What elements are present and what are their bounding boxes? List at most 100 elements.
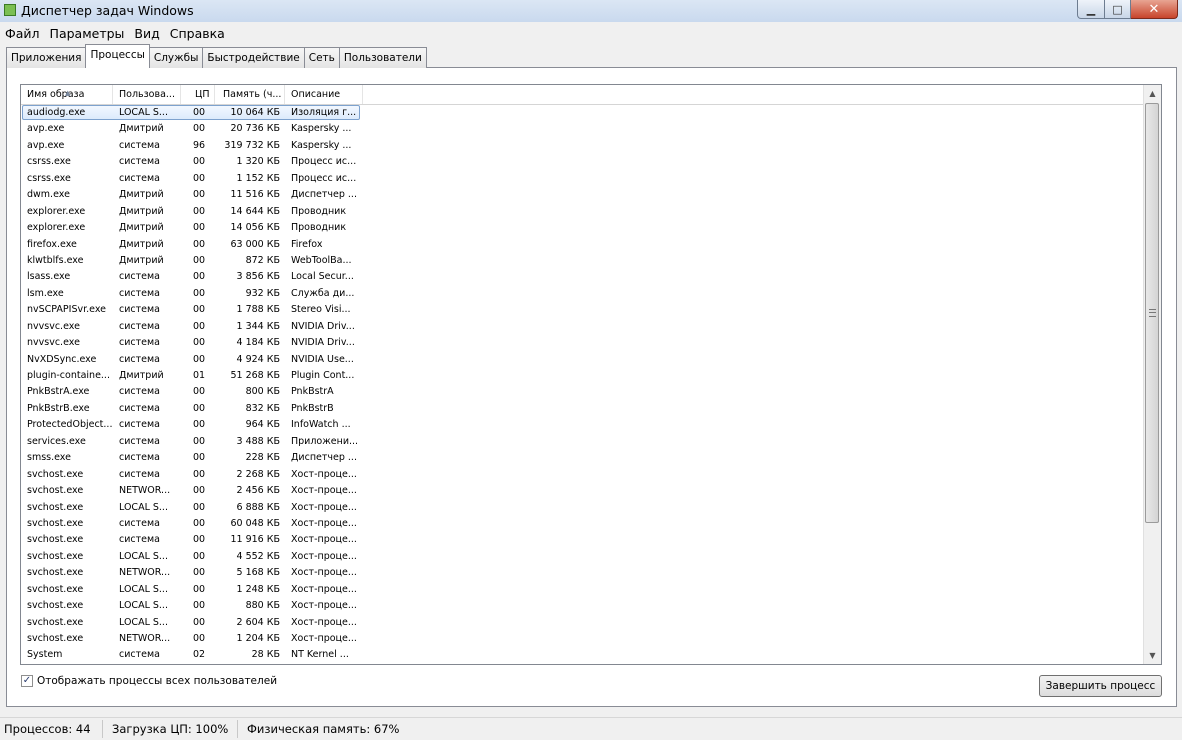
column-header-user[interactable]: Пользова... <box>113 85 181 104</box>
table-row[interactable]: explorer.exe Дмитрий 00 14 644 КБ Проводник <box>21 204 1145 220</box>
process-rows: audiodg.exe LOCAL S... 00 10 064 КБ Изоляция… <box>21 105 1145 664</box>
table-row[interactable]: svchost.exe система 00 11 916 КБ Хост-проце.… <box>21 532 1145 548</box>
cell-cpu: 00 <box>193 501 206 513</box>
table-row[interactable]: svchost.exe LOCAL S... 00 2 604 КБ Хост-проц… <box>21 615 1145 631</box>
tab-applications[interactable]: Приложения <box>6 47 87 68</box>
table-row[interactable]: avp.exe Дмитрий 00 20 736 КБ Kaspersky ... <box>21 121 1145 137</box>
grip-icon <box>1149 309 1156 317</box>
column-header-image-name[interactable]: Имя образа ▲ <box>21 85 113 104</box>
cell-description: Хост-проце... <box>291 583 357 595</box>
cell-image-name: System <box>27 649 63 661</box>
tab-processes[interactable]: Процессы <box>85 44 150 68</box>
column-header-memory[interactable]: Память (ч... <box>215 85 285 104</box>
table-row[interactable]: lsm.exe система 00 932 КБ Служба ди... <box>21 286 1145 302</box>
cell-cpu: 96 <box>193 139 206 151</box>
cell-memory: 228 КБ <box>245 452 280 464</box>
table-row[interactable]: lsass.exe система 00 3 856 КБ Local Secur... <box>21 269 1145 285</box>
tab-users[interactable]: Пользователи <box>338 47 427 68</box>
table-row[interactable]: smss.exe система 00 228 КБ Диспетчер ... <box>21 450 1145 466</box>
table-row[interactable]: plugin-containe... Дмитрий 01 51 268 КБ Plug… <box>21 368 1145 384</box>
menu-help[interactable]: Справка <box>165 26 230 41</box>
table-row[interactable]: nvSCPAPISvr.exe система 00 1 788 КБ Stereo V… <box>21 302 1145 318</box>
table-row[interactable]: svchost.exe NETWOR... 00 5 168 КБ Хост-проце… <box>21 565 1145 581</box>
process-list[interactable]: Имя образа ▲ Пользова... ЦП Память (ч...… <box>20 84 1162 665</box>
cell-image-name: svchost.exe <box>27 583 84 595</box>
cell-memory: 60 048 КБ <box>230 517 280 529</box>
show-all-users-checkbox[interactable]: ✓ <box>21 675 33 687</box>
cell-user: LOCAL S... <box>119 583 168 595</box>
cell-cpu: 00 <box>193 452 206 464</box>
table-row[interactable]: services.exe система 00 3 488 КБ Приложени..… <box>21 434 1145 450</box>
table-row[interactable]: System система 02 28 КБ NT Kernel ... <box>21 647 1145 663</box>
cell-memory: 2 456 КБ <box>236 485 280 497</box>
show-all-users-label[interactable]: Отображать процессы всех пользователей <box>37 675 277 687</box>
table-row[interactable]: svchost.exe система 00 2 268 КБ Хост-проце..… <box>21 467 1145 483</box>
table-row[interactable]: svchost.exe система 00 60 048 КБ Хост-проце.… <box>21 516 1145 532</box>
scroll-down-arrow-icon[interactable]: ▼ <box>1144 647 1161 664</box>
table-row[interactable]: svchost.exe LOCAL S... 00 4 552 КБ Хост-проц… <box>21 549 1145 565</box>
title-bar[interactable]: Диспетчер задач Windows ▁ □ ✕ <box>0 0 1182 22</box>
table-row[interactable]: PnkBstrB.exe система 00 832 КБ PnkBstrB <box>21 401 1145 417</box>
cell-memory: 51 268 КБ <box>230 370 280 381</box>
table-row[interactable]: avp.exe система 96 319 732 КБ Kaspersky ... <box>21 138 1145 154</box>
cell-cpu: 00 <box>193 337 206 349</box>
cell-user: система <box>119 156 160 168</box>
minimize-button[interactable]: ▁ <box>1077 0 1105 19</box>
close-button[interactable]: ✕ <box>1131 0 1178 19</box>
vertical-scrollbar[interactable]: ▲ ▼ <box>1143 85 1161 664</box>
tab-networking[interactable]: Сеть <box>303 47 340 68</box>
table-row[interactable]: nvvsvc.exe система 00 4 184 КБ NVIDIA Driv..… <box>21 335 1145 351</box>
cell-cpu: 02 <box>193 649 206 661</box>
table-row[interactable]: firefox.exe Дмитрий 00 63 000 КБ Firefox <box>21 237 1145 253</box>
cell-image-name: csrss.exe <box>27 156 71 168</box>
column-header-description[interactable]: Описание <box>285 85 363 104</box>
maximize-button[interactable]: □ <box>1105 0 1131 19</box>
table-row[interactable]: PnkBstrA.exe система 00 800 КБ PnkBstrA <box>21 384 1145 400</box>
cell-image-name: svchost.exe <box>27 616 84 628</box>
cell-description: Процесс ис... <box>291 156 357 168</box>
cell-description: Проводник <box>291 222 347 234</box>
menu-view[interactable]: Вид <box>129 26 164 41</box>
cell-user: система <box>119 452 160 464</box>
cell-image-name: nvvsvc.exe <box>27 337 80 349</box>
cell-image-name: PnkBstrB.exe <box>27 402 90 414</box>
menu-options[interactable]: Параметры <box>45 26 130 41</box>
table-row[interactable]: csrss.exe система 00 1 152 КБ Процесс ис... <box>21 171 1145 187</box>
cell-cpu: 00 <box>193 222 206 234</box>
cell-user: Дмитрий <box>119 123 164 135</box>
table-row[interactable]: ProtectedObject... система 00 964 КБ InfoWat… <box>21 417 1145 433</box>
table-row[interactable]: audiodg.exe LOCAL S... 00 10 064 КБ Изоляция… <box>21 105 1145 121</box>
table-row[interactable]: NvXDSync.exe система 00 4 924 КБ NVIDIA Use.… <box>21 352 1145 368</box>
cell-user: Дмитрий <box>119 370 164 381</box>
cell-description: NVIDIA Driv... <box>291 337 355 349</box>
table-row[interactable]: svchost.exe LOCAL S... 00 1 248 КБ Хост-проц… <box>21 582 1145 598</box>
column-header-cpu[interactable]: ЦП <box>181 85 215 104</box>
table-row[interactable]: explorer.exe Дмитрий 00 14 056 КБ Проводник <box>21 220 1145 236</box>
table-row[interactable]: klwtblfs.exe Дмитрий 00 872 КБ WebToolBa... <box>21 253 1145 269</box>
cell-image-name: svchost.exe <box>27 468 84 480</box>
cell-description: Хост-проце... <box>291 534 357 546</box>
cell-user: LOCAL S... <box>119 501 168 513</box>
show-all-users-option[interactable]: ✓ Отображать процессы всех пользователей <box>21 675 277 687</box>
cell-user: LOCAL S... <box>119 550 168 562</box>
table-row[interactable]: svchost.exe LOCAL S... 00 880 КБ Хост-проце.… <box>21 598 1145 614</box>
table-row[interactable]: nvvsvc.exe система 00 1 344 КБ NVIDIA Driv..… <box>21 319 1145 335</box>
scroll-thumb[interactable] <box>1145 103 1159 523</box>
cell-user: LOCAL S... <box>119 616 168 628</box>
tab-performance[interactable]: Быстродействие <box>202 47 305 68</box>
cell-description: Хост-проце... <box>291 468 357 480</box>
cell-user: NETWOR... <box>119 633 171 644</box>
menu-file[interactable]: Файл <box>0 26 45 41</box>
table-row[interactable]: svchost.exe NETWOR... 00 1 204 КБ Хост-проце… <box>21 631 1145 647</box>
cell-memory: 4 552 КБ <box>236 550 280 562</box>
cell-memory: 319 732 КБ <box>224 139 280 151</box>
table-row[interactable]: svchost.exe NETWOR... 00 2 456 КБ Хост-проце… <box>21 483 1145 499</box>
cell-memory: 3 856 КБ <box>236 271 280 283</box>
tab-services[interactable]: Службы <box>148 47 204 68</box>
table-row[interactable]: dwm.exe Дмитрий 00 11 516 КБ Диспетчер ... <box>21 187 1145 203</box>
scroll-up-arrow-icon[interactable]: ▲ <box>1144 85 1161 102</box>
table-row[interactable]: svchost.exe LOCAL S... 00 6 888 КБ Хост-проц… <box>21 500 1145 516</box>
table-row[interactable]: csrss.exe система 00 1 320 КБ Процесс ис... <box>21 154 1145 170</box>
cell-memory: 964 КБ <box>245 419 280 431</box>
end-process-button[interactable]: Завершить процесс <box>1039 675 1162 697</box>
